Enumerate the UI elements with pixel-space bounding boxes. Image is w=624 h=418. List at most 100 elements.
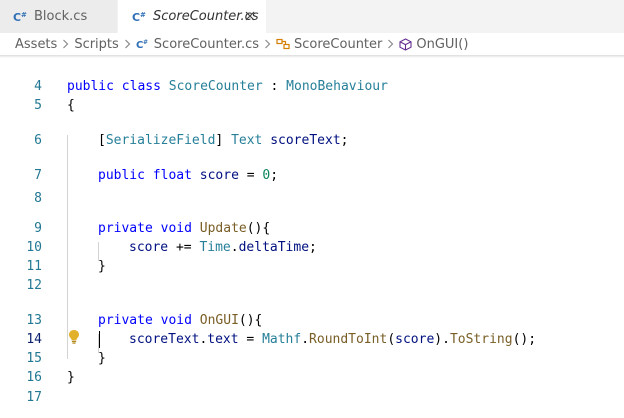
tab-label: ScoreCounter.cs [153,9,259,24]
code-editor[interactable]: 4 public class ScoreCounter : MonoBehavi… [0,58,624,418]
punctuation: . [442,332,450,347]
punctuation: ; [270,168,279,183]
line-number: 9 [34,221,42,236]
type-name: Time [199,240,231,255]
code-line-12[interactable]: 12 [0,276,624,295]
class-name: ScoreCounter [168,79,263,94]
csharp-icon: C # [136,38,150,50]
variable: scoreText [129,332,200,347]
code-text: [SerializeField] Text scoreText; [98,131,348,150]
punctuation: ; [340,133,349,148]
editor-tab-bar: C # Block.cs C # ScoreCounter.cs [0,0,624,33]
breadcrumb-assets[interactable]: Assets [15,37,57,52]
operator: = [238,168,263,183]
line-number: 10 [26,240,42,255]
breadcrumb-class[interactable]: ScoreCounter [276,37,382,52]
punctuation: : [262,79,287,94]
chevron-right-icon [387,39,394,49]
line-number: 16 [26,370,42,385]
code-text: public class ScoreCounter : MonoBehaviou… [67,77,388,96]
punctuation: [ [98,133,106,148]
punctuation: (){ [238,313,263,328]
keyword: public [98,168,145,183]
attribute-name: SerializeField [105,133,216,148]
svg-text:#: # [143,39,148,46]
line-number: 15 [26,351,42,366]
breadcrumb-file-label: ScoreCounter.cs [153,36,260,52]
close-icon[interactable] [244,10,256,22]
tab-scorecounter-cs[interactable]: C # ScoreCounter.cs [118,0,266,33]
punctuation: (); [512,332,537,347]
operator: = [238,332,263,347]
line-number: 7 [34,168,42,183]
code-line-9[interactable]: 9 private void Update(){ [0,219,624,238]
method-symbol-icon [399,37,412,51]
punctuation: . [301,332,310,347]
keyword: private [98,221,153,236]
brace: { [67,98,75,113]
brace: } [98,351,106,366]
brace: } [98,259,106,274]
line-number: 6 [34,133,42,148]
tab-label: Block.cs [34,9,88,24]
code-line-16[interactable]: 16 } [0,368,624,387]
svg-text:#: # [140,11,146,19]
punctuation: . [230,240,239,255]
svg-text:C: C [132,11,140,23]
punctuation: (){ [246,221,271,236]
class-symbol-icon [276,38,290,50]
code-line-14[interactable]: 14 scoreText.text = Mathf.RoundToInt(sco… [0,330,624,349]
variable: score [129,240,169,255]
code-line-11[interactable]: 11 } [0,257,624,276]
punctuation: ) [434,332,443,347]
type-name: Text [231,133,263,148]
code-text: { [67,96,75,115]
method-name: OnGUI [199,313,239,328]
code-line-17[interactable]: 17 [0,388,624,407]
keyword: void [160,313,192,328]
operator: += [168,240,200,255]
argument: score [395,332,435,347]
line-number: 5 [34,98,42,113]
field-name: score [199,168,239,183]
line-number: 12 [26,278,42,293]
code-text: } [67,368,75,387]
keyword: float [152,168,192,183]
code-line-5[interactable]: 5 { [0,96,624,115]
svg-text:C: C [13,11,21,23]
property-name: text [207,332,239,347]
chevron-right-icon [264,39,271,49]
code-line-4[interactable]: 4 public class ScoreCounter : MonoBehavi… [0,77,624,96]
breadcrumb-method[interactable]: OnGUI() [399,37,468,52]
punctuation: ; [309,240,317,255]
breadcrumb-file[interactable]: C # ScoreCounter.cs [136,37,259,52]
line-number: 14 [26,332,42,347]
method-call: RoundToInt [309,332,388,347]
code-text: score += Time.deltaTime; [129,238,317,257]
chevron-right-icon [124,39,131,49]
code-line-13[interactable]: 13 private void OnGUI(){ [0,311,624,330]
code-line-6[interactable]: 6 [SerializeField] Text scoreText; [0,131,624,150]
line-number: 17 [26,390,42,405]
breadcrumb-method-label: OnGUI() [416,36,469,52]
text-cursor [99,331,100,348]
tab-block-cs[interactable]: C # Block.cs [0,0,118,33]
code-line-7[interactable]: 7 public float score = 0; [0,166,624,185]
svg-text:#: # [21,11,27,19]
csharp-icon: C # [13,11,28,23]
punctuation: ( [387,332,396,347]
code-text: } [98,349,106,368]
code-line-15[interactable]: 15 } [0,349,624,368]
code-line-8[interactable]: 8 [0,189,624,208]
line-number: 13 [26,313,42,328]
brace: } [67,370,75,385]
code-line-10[interactable]: 10 score += Time.deltaTime; [0,238,624,257]
csharp-icon: C # [132,11,147,23]
method-name: Update [199,221,247,236]
lightbulb-icon[interactable] [68,329,80,345]
property-name: deltaTime [238,240,310,255]
breadcrumb-scripts[interactable]: Scripts [74,37,118,52]
keyword: private [98,313,153,328]
line-number: 4 [34,79,42,94]
method-call: ToString [449,332,513,347]
